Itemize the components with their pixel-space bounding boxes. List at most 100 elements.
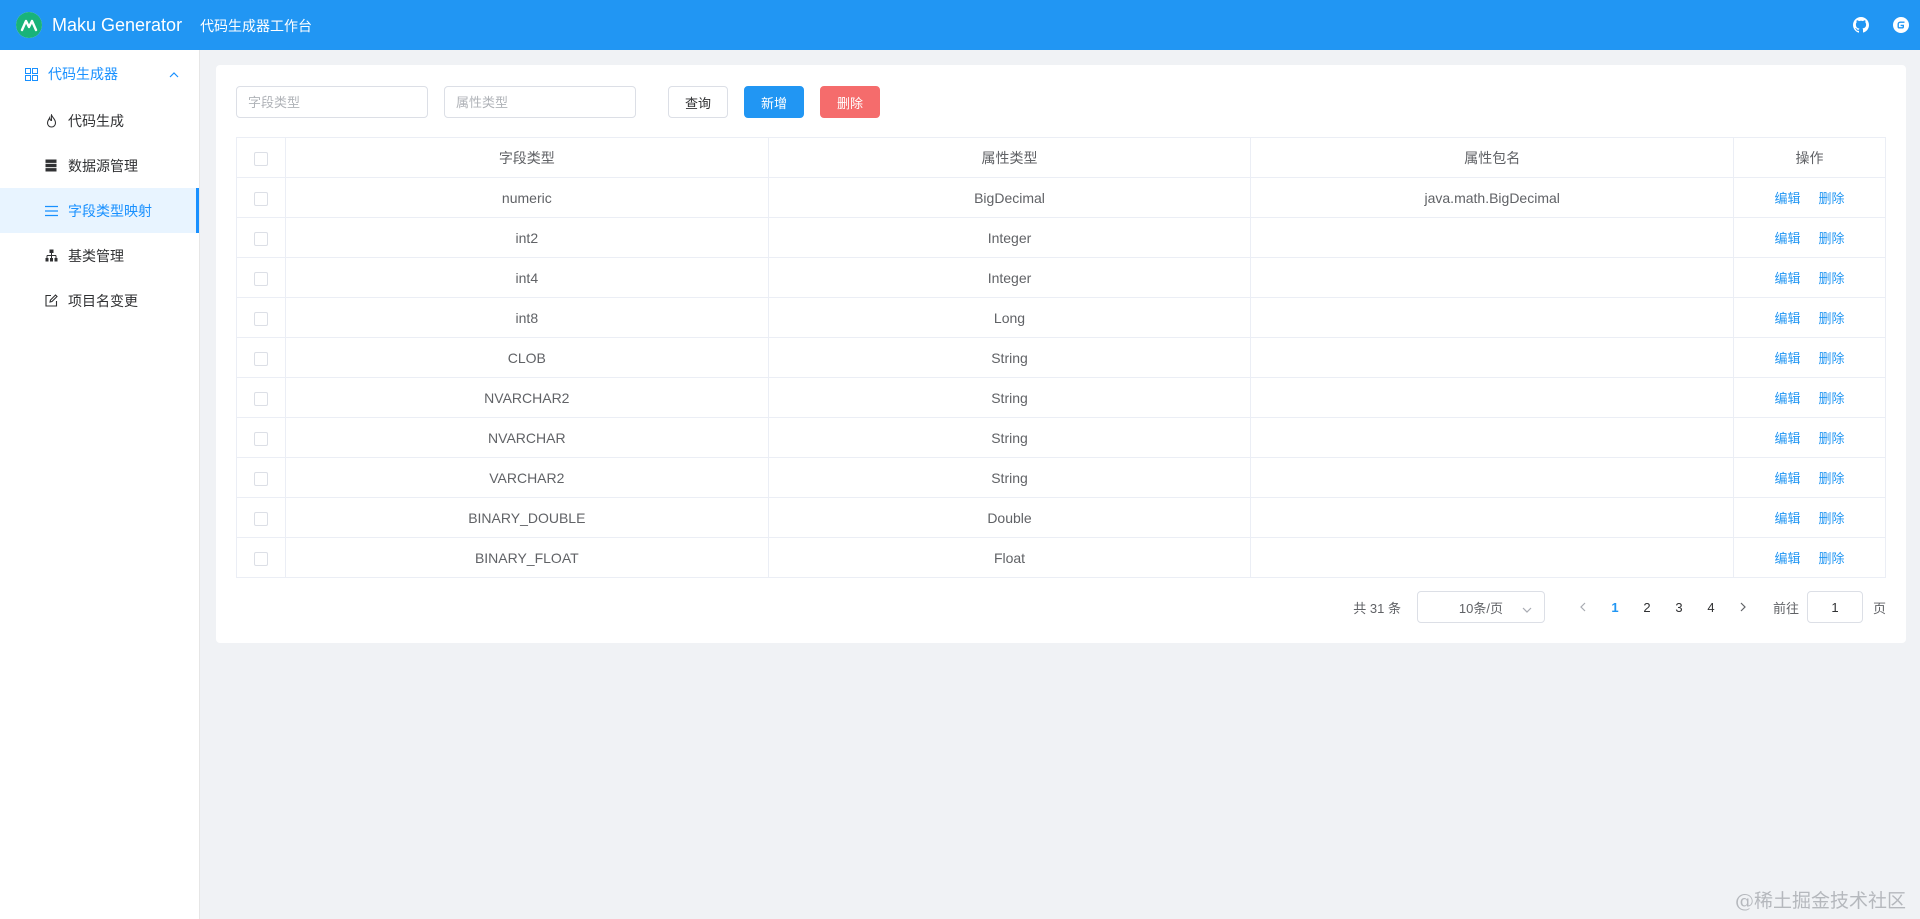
delete-link[interactable]: 删除 — [1819, 431, 1845, 446]
row-checkbox[interactable] — [253, 471, 268, 486]
row-checkbox[interactable] — [253, 431, 268, 446]
goto-suffix: 页 — [1872, 600, 1886, 616]
sidebar-item-code-generate[interactable]: 代码生成 — [0, 98, 199, 143]
row-checkbox[interactable] — [253, 311, 268, 326]
row-checkbox[interactable] — [253, 191, 268, 206]
actions-cell: 编辑 删除 — [1733, 537, 1886, 578]
edit-link[interactable]: 编辑 — [1775, 231, 1801, 246]
actions-cell: 编辑 删除 — [1733, 297, 1886, 338]
attr-type-cell: String — [767, 377, 1252, 418]
table-row: VARCHAR2 String 编辑 删除 — [236, 457, 1886, 498]
sidebar-item-project-rename[interactable]: 项目名变更 — [0, 278, 199, 323]
query-button[interactable]: 查询 — [668, 86, 728, 118]
table-row: int2 Integer 编辑 删除 — [236, 217, 1886, 258]
edit-link[interactable]: 编辑 — [1775, 511, 1801, 526]
edit-link[interactable]: 编辑 — [1775, 351, 1801, 366]
edit-link[interactable]: 编辑 — [1775, 191, 1801, 206]
package-cell — [1250, 497, 1735, 538]
delete-link[interactable]: 删除 — [1819, 391, 1845, 406]
column-type-cell: numeric — [284, 177, 769, 218]
delete-link[interactable]: 删除 — [1819, 511, 1845, 526]
sidebar-item-label: 基类管理 — [68, 247, 124, 264]
delete-link[interactable]: 删除 — [1819, 471, 1845, 486]
table-row: NVARCHAR String 编辑 删除 — [236, 417, 1886, 458]
watermark: @稀土掘金技术社区 — [1734, 890, 1906, 912]
list-icon — [44, 204, 58, 218]
attr-type-search-input[interactable] — [444, 86, 636, 118]
page-size-select[interactable]: 10条/页 — [1416, 591, 1545, 623]
delete-link[interactable]: 删除 — [1819, 351, 1845, 366]
row-checkbox[interactable] — [253, 351, 268, 366]
delete-link[interactable]: 删除 — [1819, 231, 1845, 246]
package-cell — [1250, 217, 1735, 258]
delete-link[interactable]: 删除 — [1819, 271, 1845, 286]
hierarchy-icon — [44, 249, 58, 263]
package-cell — [1250, 297, 1735, 338]
column-type-cell: VARCHAR2 — [284, 457, 769, 498]
prev-page-button[interactable] — [1575, 602, 1591, 612]
package-cell — [1250, 537, 1735, 578]
actions-cell: 编辑 删除 — [1733, 497, 1886, 538]
table-header-row: 字段类型 属性类型 属性包名 操作 — [236, 137, 1886, 178]
row-checkbox[interactable] — [253, 391, 268, 406]
batch-delete-button[interactable]: 删除 — [820, 86, 880, 118]
gitee-icon[interactable] — [1892, 16, 1910, 34]
attr-type-cell: Integer — [767, 217, 1252, 258]
column-type-cell: BINARY_DOUBLE — [284, 497, 769, 538]
menu-group-code-generator[interactable]: 代码生成器 — [0, 50, 199, 98]
package-cell — [1250, 337, 1735, 378]
edit-link[interactable]: 编辑 — [1775, 551, 1801, 566]
edit-link[interactable]: 编辑 — [1775, 431, 1801, 446]
row-checkbox[interactable] — [253, 551, 268, 566]
column-type-cell: int4 — [284, 257, 769, 298]
select-all-checkbox[interactable] — [253, 151, 268, 166]
edit-link[interactable]: 编辑 — [1775, 311, 1801, 326]
table-row: BINARY_FLOAT Float 编辑 删除 — [236, 537, 1886, 578]
edit-link[interactable]: 编辑 — [1775, 471, 1801, 486]
sidebar-item-label: 字段类型映射 — [68, 202, 152, 219]
column-type-cell: CLOB — [284, 337, 769, 378]
column-type-search-input[interactable] — [236, 86, 428, 118]
table-row: CLOB String 编辑 删除 — [236, 337, 1886, 378]
app-title: Maku Generator — [52, 14, 183, 35]
goto-page-input[interactable] — [1806, 591, 1863, 623]
field-type-table: 字段类型 属性类型 属性包名 操作 numeric BigDecimal jav… — [236, 137, 1886, 578]
attr-type-cell: String — [767, 337, 1252, 378]
page-number[interactable]: 4 — [1695, 600, 1727, 615]
column-type-cell: NVARCHAR — [284, 417, 769, 458]
delete-link[interactable]: 删除 — [1819, 311, 1845, 326]
row-checkbox[interactable] — [253, 511, 268, 526]
attr-type-cell: Long — [767, 297, 1252, 338]
package-cell — [1250, 257, 1735, 298]
row-checkbox[interactable] — [253, 271, 268, 286]
column-type-cell: int2 — [284, 217, 769, 258]
attr-type-cell: BigDecimal — [767, 177, 1252, 218]
edit-icon — [44, 294, 58, 308]
fire-icon — [44, 113, 58, 128]
sidebar-item-field-type-mapping[interactable]: 字段类型映射 — [0, 188, 199, 233]
edit-link[interactable]: 编辑 — [1775, 271, 1801, 286]
app-subtitle: 代码生成器工作台 — [200, 18, 313, 34]
github-icon[interactable] — [1852, 16, 1870, 34]
table-row: BINARY_DOUBLE Double 编辑 删除 — [236, 497, 1886, 538]
row-checkbox[interactable] — [253, 231, 268, 246]
delete-link[interactable]: 删除 — [1819, 191, 1845, 206]
page-number[interactable]: 2 — [1631, 600, 1663, 615]
column-header: 字段类型 — [284, 137, 769, 178]
chevron-up-icon — [169, 67, 179, 83]
sidebar-item-base-class[interactable]: 基类管理 — [0, 233, 199, 278]
page-number[interactable]: 1 — [1599, 600, 1631, 615]
add-button[interactable]: 新增 — [744, 86, 804, 118]
sidebar-item-label: 项目名变更 — [68, 292, 138, 309]
top-header: Maku Generator 代码生成器工作台 — [0, 0, 1920, 50]
column-type-cell: BINARY_FLOAT — [284, 537, 769, 578]
sidebar-item-datasource[interactable]: 数据源管理 — [0, 143, 199, 188]
actions-cell: 编辑 删除 — [1733, 217, 1886, 258]
attr-type-cell: String — [767, 457, 1252, 498]
next-page-button[interactable] — [1735, 602, 1751, 612]
database-icon — [44, 159, 58, 173]
page-number[interactable]: 3 — [1663, 600, 1695, 615]
delete-link[interactable]: 删除 — [1819, 551, 1845, 566]
edit-link[interactable]: 编辑 — [1775, 391, 1801, 406]
package-cell — [1250, 377, 1735, 418]
